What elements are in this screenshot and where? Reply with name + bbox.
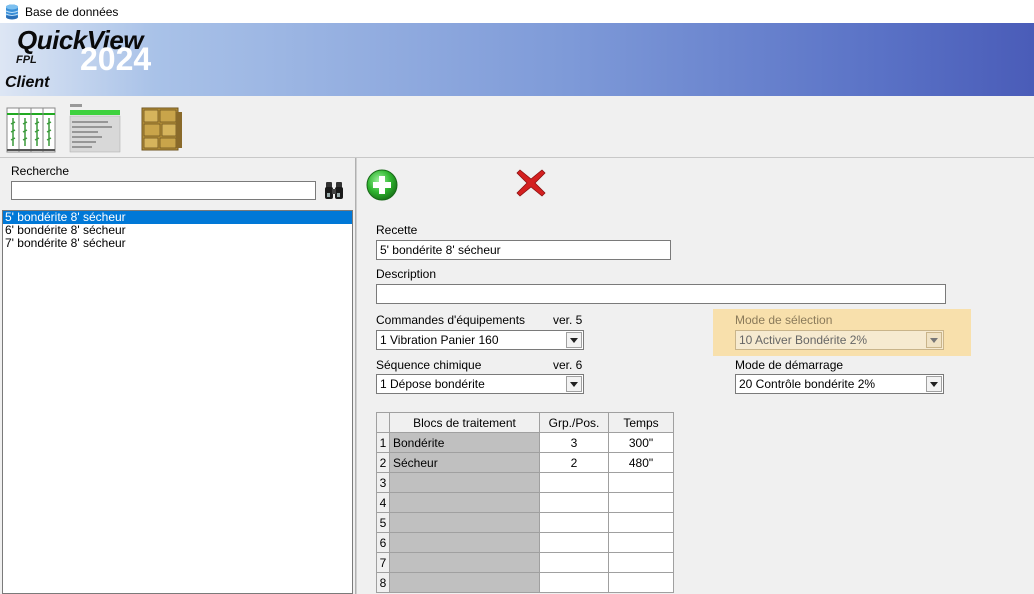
- toolbar: [0, 96, 1034, 158]
- block-name-cell[interactable]: [389, 572, 540, 593]
- time-cell[interactable]: [608, 552, 674, 573]
- commandes-version: ver. 5: [553, 313, 583, 327]
- row-number: 4: [376, 492, 390, 513]
- sequence-version: ver. 6: [553, 358, 583, 372]
- grid-corner: [376, 412, 390, 433]
- left-panel: Recherche 5' bondérite 8' sécheur 6' bon…: [0, 158, 355, 594]
- recipes-list[interactable]: 5' bondérite 8' sécheur 6' bondérite 8' …: [2, 210, 353, 594]
- description-field[interactable]: [376, 284, 946, 304]
- binoculars-icon[interactable]: [323, 179, 345, 201]
- list-item[interactable]: 7' bondérite 8' sécheur: [3, 237, 352, 250]
- commandes-selected-value: 1 Vibration Panier 160: [380, 333, 499, 347]
- mode-selection-selected-value: 10 Activer Bondérite 2%: [739, 333, 868, 347]
- table-row[interactable]: 5: [376, 512, 674, 533]
- grp-pos-cell[interactable]: [539, 552, 609, 573]
- row-number: 6: [376, 532, 390, 553]
- chevron-down-icon: [926, 332, 942, 348]
- row-number: 3: [376, 472, 390, 493]
- table-row[interactable]: 2 Sécheur 2 480": [376, 452, 674, 473]
- row-number: 8: [376, 572, 390, 593]
- table-row[interactable]: 6: [376, 532, 674, 553]
- row-number: 7: [376, 552, 390, 573]
- recette-label: Recette: [376, 223, 418, 237]
- table-row[interactable]: 8: [376, 572, 674, 593]
- block-name-cell[interactable]: [389, 472, 540, 493]
- delete-icon[interactable]: [514, 166, 548, 200]
- search-label: Recherche: [11, 164, 70, 178]
- brand-subtitle: FPL: [16, 54, 37, 66]
- description-label: Description: [376, 267, 437, 281]
- grid-header-row: Blocs de traitement Grp./Pos. Temps: [376, 412, 674, 433]
- row-number: 1: [376, 432, 390, 453]
- commandes-select[interactable]: 1 Vibration Panier 160: [376, 330, 584, 350]
- grp-pos-cell[interactable]: 2: [539, 452, 609, 473]
- row-number: 5: [376, 512, 390, 533]
- database-icon: [5, 4, 19, 19]
- chevron-down-icon[interactable]: [566, 332, 582, 348]
- grid-header-blocs[interactable]: Blocs de traitement: [389, 412, 540, 433]
- grp-pos-cell[interactable]: [539, 572, 609, 593]
- row-number: 2: [376, 452, 390, 473]
- time-cell[interactable]: [608, 472, 674, 493]
- time-cell[interactable]: [608, 572, 674, 593]
- block-name-cell[interactable]: Bondérite: [389, 432, 540, 453]
- boxes-icon[interactable]: [134, 100, 188, 154]
- time-cell[interactable]: [608, 512, 674, 533]
- table-row[interactable]: 1 Bondérite 3 300": [376, 432, 674, 453]
- mode-selection-label: Mode de sélection: [735, 313, 833, 327]
- panel-splitter[interactable]: [355, 158, 357, 594]
- time-cell[interactable]: 300": [608, 432, 674, 453]
- block-name-cell[interactable]: [389, 512, 540, 533]
- client-label: Client: [5, 74, 50, 91]
- block-name-cell[interactable]: [389, 492, 540, 513]
- mode-demarrage-selected-value: 20 Contrôle bondérite 2%: [739, 377, 876, 391]
- mode-demarrage-select[interactable]: 20 Contrôle bondérite 2%: [735, 374, 944, 394]
- search-input[interactable]: [11, 181, 316, 200]
- grp-pos-cell[interactable]: 3: [539, 432, 609, 453]
- time-cell[interactable]: [608, 532, 674, 553]
- sequence-select[interactable]: 1 Dépose bondérite: [376, 374, 584, 394]
- title-bar: Base de données: [0, 0, 1034, 23]
- grid-header-grp[interactable]: Grp./Pos.: [539, 412, 609, 433]
- block-name-cell[interactable]: Sécheur: [389, 452, 540, 473]
- add-icon[interactable]: [365, 168, 399, 202]
- time-cell[interactable]: 480": [608, 452, 674, 473]
- recette-field[interactable]: 5' bondérite 8' sécheur: [376, 240, 671, 260]
- app-banner: QuickView 2024 FPL Client: [0, 23, 1034, 96]
- mode-selection-select: 10 Activer Bondérite 2%: [735, 330, 944, 350]
- commandes-label: Commandes d'équipements: [376, 313, 526, 327]
- grp-pos-cell[interactable]: [539, 492, 609, 513]
- block-name-cell[interactable]: [389, 552, 540, 573]
- table-row[interactable]: 7: [376, 552, 674, 573]
- sequence-label: Séquence chimique: [376, 358, 482, 372]
- right-panel: Recette 5' bondérite 8' sécheur Descript…: [358, 158, 1034, 594]
- window-title: Base de données: [25, 4, 119, 19]
- grp-pos-cell[interactable]: [539, 512, 609, 533]
- brand-year: 2024: [80, 41, 152, 77]
- treatment-blocks-grid[interactable]: Blocs de traitement Grp./Pos. Temps 1 Bon…: [376, 412, 674, 593]
- chevron-down-icon[interactable]: [926, 376, 942, 392]
- grp-pos-cell[interactable]: [539, 532, 609, 553]
- tank-layout-icon[interactable]: [4, 100, 58, 154]
- table-row[interactable]: 4: [376, 492, 674, 513]
- sequence-selected-value: 1 Dépose bondérite: [380, 377, 485, 391]
- chevron-down-icon[interactable]: [566, 376, 582, 392]
- grp-pos-cell[interactable]: [539, 472, 609, 493]
- mode-demarrage-label: Mode de démarrage: [735, 358, 844, 372]
- program-sheet-icon[interactable]: [68, 100, 122, 154]
- table-row[interactable]: 3: [376, 472, 674, 493]
- grid-header-temps[interactable]: Temps: [608, 412, 674, 433]
- block-name-cell[interactable]: [389, 532, 540, 553]
- time-cell[interactable]: [608, 492, 674, 513]
